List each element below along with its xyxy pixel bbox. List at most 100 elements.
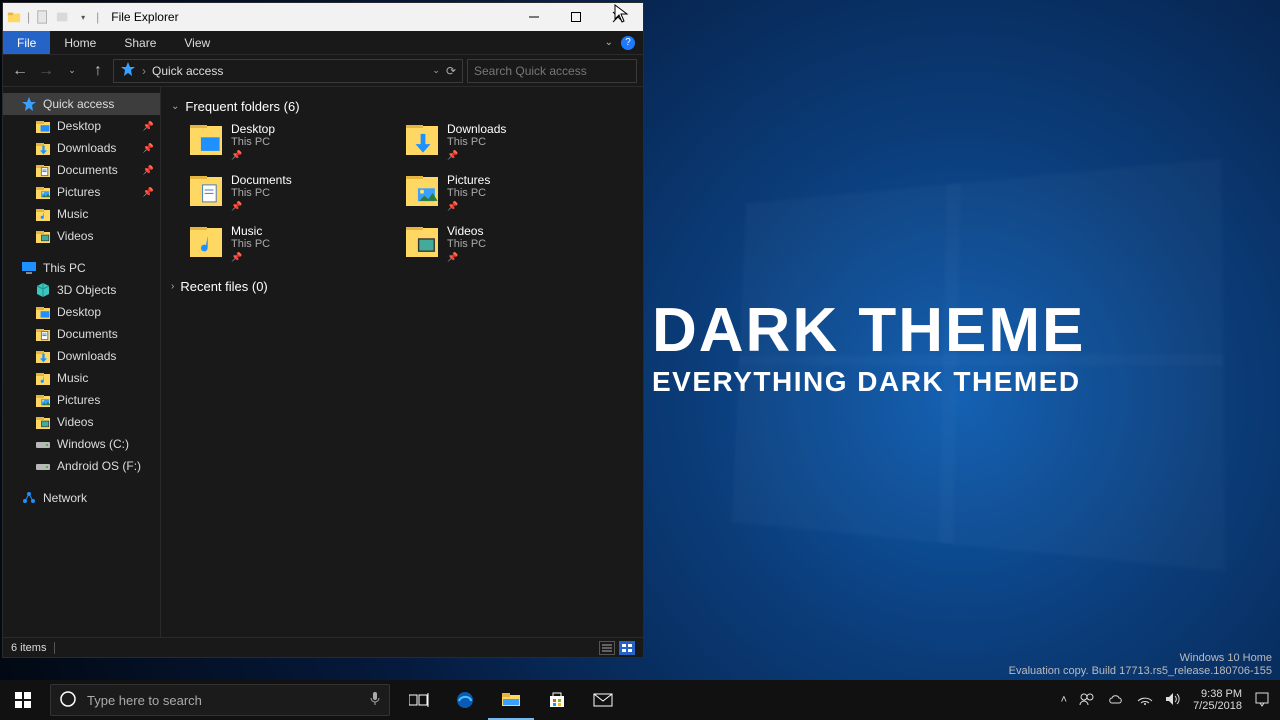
sidebar-item-videos[interactable]: Videos (3, 411, 160, 433)
taskbar-search[interactable]: Type here to search (50, 684, 390, 716)
sidebar-item-windows-c-[interactable]: Windows (C:) (3, 433, 160, 455)
cortana-ring-icon (59, 690, 77, 711)
sidebar-item-desktop[interactable]: Desktop (3, 301, 160, 323)
help-icon[interactable]: ? (621, 36, 635, 50)
taskbar-app-store[interactable] (534, 680, 580, 720)
taskbar-app-mail[interactable] (580, 680, 626, 720)
nav-history-dropdown[interactable]: ⌄ (61, 59, 83, 83)
tab-view[interactable]: View (170, 31, 224, 54)
frequent-folder-music[interactable]: Music This PC 📌 (189, 224, 381, 263)
clock-date: 7/25/2018 (1193, 700, 1242, 712)
tray-network-icon[interactable] (1137, 693, 1153, 708)
minimize-button[interactable] (513, 3, 555, 31)
sidebar-item-desktop[interactable]: Desktop 📌 (3, 115, 160, 137)
folder-name: Music (231, 224, 270, 238)
sidebar-label: Music (57, 207, 88, 221)
properties-icon[interactable] (36, 10, 50, 24)
titlebar[interactable]: | ▾ | File Explorer (3, 3, 643, 31)
refresh-icon[interactable]: ⟳ (446, 64, 456, 78)
tray-people-icon[interactable] (1079, 692, 1095, 709)
microphone-icon[interactable] (369, 691, 381, 710)
maximize-button[interactable] (555, 3, 597, 31)
taskbar-app-explorer[interactable] (488, 680, 534, 720)
recent-files-header[interactable]: › Recent files (0) (171, 279, 633, 294)
pin-icon: 📌 (143, 121, 154, 132)
documents-icon (35, 326, 51, 342)
sidebar-item-documents[interactable]: Documents (3, 323, 160, 345)
content-pane[interactable]: ⌄ Frequent folders (6) Desktop This PC 📌… (161, 87, 643, 637)
music-folder-icon (189, 224, 223, 258)
sidebar-item-pictures[interactable]: Pictures 📌 (3, 181, 160, 203)
nav-up-button[interactable]: ↑ (87, 59, 109, 83)
taskbar-app-edge[interactable] (442, 680, 488, 720)
nav-forward-button[interactable]: → (35, 59, 57, 83)
search-input[interactable]: Search Quick access (467, 59, 637, 83)
tray-volume-icon[interactable] (1165, 692, 1181, 709)
tab-home[interactable]: Home (50, 31, 110, 54)
sidebar-label: Downloads (57, 141, 116, 155)
sidebar-label: Desktop (57, 119, 101, 133)
sidebar-item-pictures[interactable]: Pictures (3, 389, 160, 411)
sidebar-item-3d-objects[interactable]: 3D Objects (3, 279, 160, 301)
sidebar-label: Pictures (57, 393, 100, 407)
qat-dropdown-icon[interactable]: ▾ (76, 10, 90, 24)
documents-icon (35, 162, 51, 178)
frequent-folder-documents[interactable]: Documents This PC 📌 (189, 173, 381, 212)
frequent-folder-downloads[interactable]: Downloads This PC 📌 (405, 122, 597, 161)
view-details-button[interactable] (599, 641, 615, 655)
sidebar-item-this-pc[interactable]: This PC (3, 257, 160, 279)
downloads-icon (35, 348, 51, 364)
pictures-icon (35, 184, 51, 200)
explorer-icon (7, 10, 21, 24)
address-bar[interactable]: › Quick access ⌄ ⟳ (113, 59, 463, 83)
frequent-folders-header[interactable]: ⌄ Frequent folders (6) (171, 99, 633, 114)
videos-icon (35, 228, 51, 244)
sidebar-item-music[interactable]: Music (3, 367, 160, 389)
close-button[interactable] (597, 3, 639, 31)
sidebar-item-network[interactable]: Network (3, 487, 160, 509)
window-title: File Explorer (111, 10, 513, 24)
new-folder-icon[interactable] (56, 10, 70, 24)
frequent-folder-pictures[interactable]: Pictures This PC 📌 (405, 173, 597, 212)
documents-folder-icon (189, 173, 223, 207)
music-icon (35, 206, 51, 222)
nav-back-button[interactable]: ← (9, 59, 31, 83)
ribbon-collapse-icon[interactable]: ⌄ (605, 37, 613, 48)
videos-folder-icon (405, 224, 439, 258)
navbar: ← → ⌄ ↑ › Quick access ⌄ ⟳ Search Quick … (3, 55, 643, 87)
start-button[interactable] (0, 680, 46, 720)
clock-time: 9:38 PM (1193, 688, 1242, 700)
sidebar-label: Desktop (57, 305, 101, 319)
tray-overflow-icon[interactable]: ˄ (1061, 694, 1067, 706)
sidebar-label: Music (57, 371, 88, 385)
sidebar-item-downloads[interactable]: Downloads (3, 345, 160, 367)
tray-onedrive-icon[interactable] (1107, 693, 1125, 708)
sidebar-item-videos[interactable]: Videos (3, 225, 160, 247)
view-large-icons-button[interactable] (619, 641, 635, 655)
tab-share[interactable]: Share (110, 31, 170, 54)
sidebar-item-music[interactable]: Music (3, 203, 160, 225)
sidebar-label: Videos (57, 415, 93, 429)
sidebar-label: Documents (57, 163, 118, 177)
sidebar-item-documents[interactable]: Documents 📌 (3, 159, 160, 181)
pin-icon: 📌 (447, 252, 486, 263)
frequent-folder-videos[interactable]: Videos This PC 📌 (405, 224, 597, 263)
sidebar-item-downloads[interactable]: Downloads 📌 (3, 137, 160, 159)
quickaccess-toolbar: | ▾ | (7, 10, 99, 24)
address-location: Quick access (152, 64, 223, 78)
downloads-folder-icon (405, 122, 439, 156)
overlay-subtitle: EVERYTHING DARK THEMED (652, 366, 1085, 398)
pin-icon: 📌 (447, 150, 506, 161)
sidebar-item-android-os-f-[interactable]: Android OS (F:) (3, 455, 160, 477)
frequent-folder-desktop[interactable]: Desktop This PC 📌 (189, 122, 381, 161)
tab-file[interactable]: File (3, 31, 50, 54)
address-dropdown-icon[interactable]: ⌄ (432, 65, 440, 76)
task-view-button[interactable] (396, 680, 442, 720)
tray-notifications-icon[interactable] (1254, 691, 1270, 710)
tray-clock[interactable]: 9:38 PM 7/25/2018 (1193, 688, 1242, 712)
chevron-right-icon: › (171, 281, 174, 292)
sidebar-item-quick-access[interactable]: Quick access (3, 93, 160, 115)
downloads-icon (35, 140, 51, 156)
breadcrumb-separator-icon: › (142, 64, 146, 78)
sidebar-label: Pictures (57, 185, 100, 199)
